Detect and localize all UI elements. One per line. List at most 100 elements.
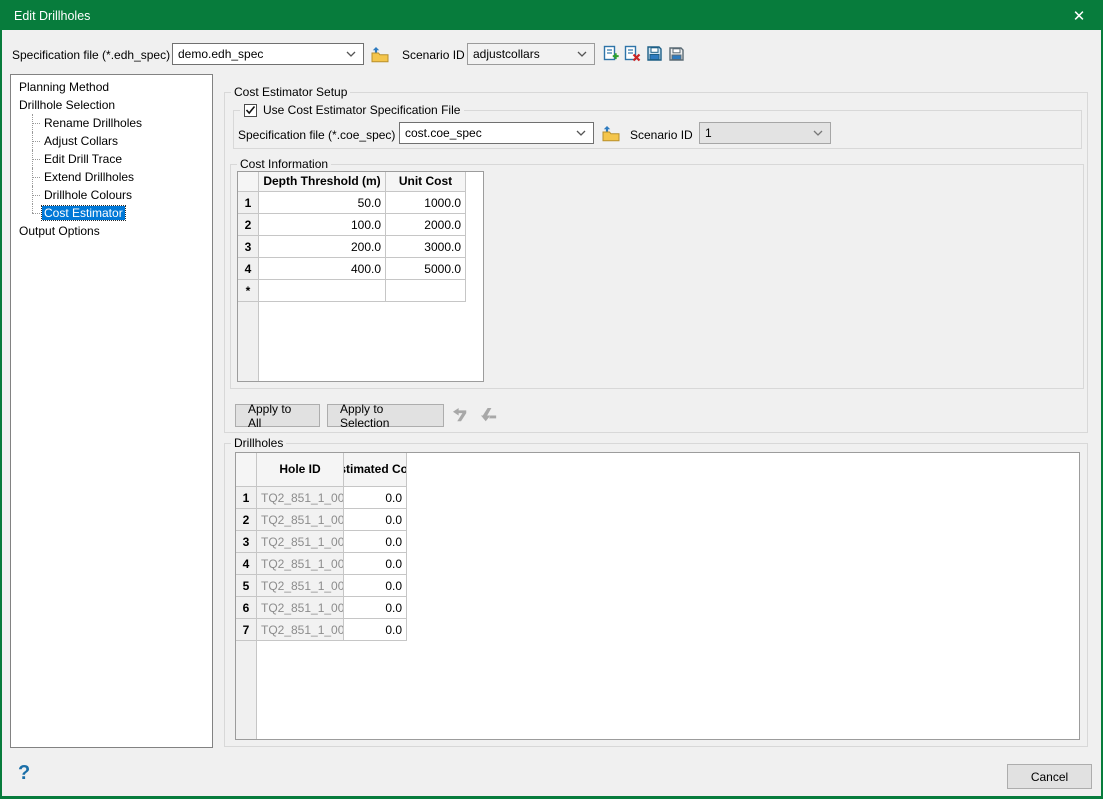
depth-threshold-cell[interactable]: 400.0 — [259, 258, 386, 280]
hole-id-cell[interactable]: TQ2_851_1_002 — [257, 509, 344, 531]
tree-item[interactable]: Extend Drillholes — [11, 168, 212, 186]
tree-item-label: Drillhole Colours — [42, 188, 134, 202]
coe-spec-file-label: Specification file (*.coe_spec) — [238, 128, 395, 142]
tree-item[interactable]: Planning Method — [11, 78, 212, 96]
depth-threshold-cell[interactable]: 50.0 — [259, 192, 386, 214]
close-icon[interactable]: ✕ — [1057, 2, 1101, 30]
depth-threshold-cell[interactable]: 200.0 — [259, 236, 386, 258]
add-scenario-icon[interactable] — [603, 45, 620, 62]
delete-scenario-icon[interactable] — [624, 45, 641, 62]
tree-connector — [32, 123, 40, 124]
tree-item[interactable]: Rename Drillholes — [11, 114, 212, 132]
estimated-cost-cell[interactable]: 0.0 — [344, 619, 407, 641]
use-cost-estimator-checkbox[interactable] — [244, 104, 257, 117]
title-bar: Edit Drillholes ✕ — [2, 2, 1101, 30]
depth-threshold-cell[interactable]: 100.0 — [259, 214, 386, 236]
row-header[interactable]: 3 — [236, 531, 257, 553]
table-row: 4 400.0 5000.0 — [238, 258, 483, 280]
tree-item[interactable]: Adjust Collars — [11, 132, 212, 150]
depth-threshold-cell[interactable] — [259, 280, 386, 302]
estimated-cost-cell[interactable]: 0.0 — [344, 487, 407, 509]
hole-id-cell[interactable]: TQ2_851_1_004 — [257, 553, 344, 575]
group-title: Drillholes — [231, 436, 286, 450]
spec-file-dropdown[interactable]: demo.edh_spec — [172, 43, 364, 65]
unit-cost-cell[interactable] — [386, 280, 466, 302]
scenario-id-dropdown[interactable]: adjustcollars — [467, 43, 595, 65]
save-as-icon[interactable] — [668, 45, 685, 62]
estimated-cost-header[interactable]: Estimated Cost — [344, 453, 407, 487]
group-title: Cost Information — [237, 157, 331, 171]
tree-connector — [32, 195, 40, 196]
tree-item[interactable]: Edit Drill Trace — [11, 150, 212, 168]
row-header[interactable]: 1 — [238, 192, 259, 214]
row-header[interactable]: 4 — [238, 258, 259, 280]
drillholes-table: Hole ID Estimated Cost 1 TQ2_851_1_001 0… — [235, 452, 1080, 740]
row-header[interactable]: * — [238, 280, 259, 302]
apply-down-arrow-icon[interactable] — [479, 406, 499, 424]
tree-connector — [32, 204, 33, 213]
chevron-down-icon — [806, 130, 830, 136]
table-header-row: Hole ID Estimated Cost — [236, 453, 1079, 487]
hole-id-cell[interactable]: TQ2_851_1_003 — [257, 531, 344, 553]
tree-item-label: Drillhole Selection — [17, 98, 117, 112]
estimated-cost-cell[interactable]: 0.0 — [344, 553, 407, 575]
hole-id-cell[interactable]: TQ2_851_1_005 — [257, 575, 344, 597]
unit-cost-cell[interactable]: 2000.0 — [386, 214, 466, 236]
unit-cost-cell[interactable]: 3000.0 — [386, 236, 466, 258]
tree-item[interactable]: Cost Estimator — [11, 204, 212, 222]
tree: Planning Method Drillhole Selection Rename… — [10, 74, 213, 748]
estimated-cost-cell[interactable]: 0.0 — [344, 575, 407, 597]
row-header[interactable]: 5 — [236, 575, 257, 597]
coe-scenario-id-dropdown[interactable]: 1 — [699, 122, 831, 144]
estimated-cost-cell[interactable]: 0.0 — [344, 509, 407, 531]
apply-to-selection-button[interactable]: Apply to Selection — [327, 404, 444, 427]
tree-item-label: Edit Drill Trace — [42, 152, 124, 166]
apply-to-all-button[interactable]: Apply to All — [235, 404, 320, 427]
help-icon[interactable]: ? — [18, 762, 30, 785]
hole-id-cell[interactable]: TQ2_851_1_006 — [257, 597, 344, 619]
hole-id-cell[interactable]: TQ2_851_1_001 — [257, 487, 344, 509]
row-header[interactable]: 6 — [236, 597, 257, 619]
depth-threshold-header[interactable]: Depth Threshold (m) — [259, 172, 386, 192]
unit-cost-cell[interactable]: 5000.0 — [386, 258, 466, 280]
table-row: * — [238, 280, 483, 302]
tree-connector — [32, 213, 40, 214]
scenario-id-label: Scenario ID — [402, 48, 465, 62]
hole-id-header[interactable]: Hole ID — [257, 453, 344, 487]
window-title: Edit Drillholes — [2, 9, 90, 23]
tree-item[interactable]: Output Options — [11, 222, 212, 240]
group-title: Cost Estimator Setup — [231, 85, 350, 99]
drillholes-table-body: 1 TQ2_851_1_001 0.0 2 TQ2_851_1_002 0.0 … — [236, 487, 1079, 641]
coe-browse-folder-icon[interactable] — [600, 123, 621, 143]
browse-folder-icon[interactable] — [369, 44, 390, 64]
unit-cost-header[interactable]: Unit Cost — [386, 172, 466, 192]
cancel-button[interactable]: Cancel — [1007, 764, 1092, 789]
tree-item[interactable]: Drillhole Colours — [11, 186, 212, 204]
scenario-id-value: adjustcollars — [473, 47, 540, 61]
save-icon[interactable] — [646, 45, 663, 62]
row-header[interactable]: 7 — [236, 619, 257, 641]
corner-cell — [236, 453, 257, 487]
corner-cell — [238, 172, 259, 192]
table-row: 1 50.0 1000.0 — [238, 192, 483, 214]
chevron-down-icon — [570, 51, 594, 57]
row-header[interactable]: 4 — [236, 553, 257, 575]
use-cost-estimator-label: Use Cost Estimator Specification File — [263, 103, 460, 117]
coe-scenario-id-label: Scenario ID — [630, 128, 693, 142]
tree-item-label: Output Options — [17, 224, 102, 238]
tree-item[interactable]: Drillhole Selection — [11, 96, 212, 114]
row-header[interactable]: 2 — [236, 509, 257, 531]
estimated-cost-cell[interactable]: 0.0 — [344, 531, 407, 553]
row-header[interactable]: 1 — [236, 487, 257, 509]
table-row: 6 TQ2_851_1_006 0.0 — [236, 597, 1079, 619]
row-header[interactable]: 3 — [238, 236, 259, 258]
row-header[interactable]: 2 — [238, 214, 259, 236]
estimated-cost-cell[interactable]: 0.0 — [344, 597, 407, 619]
table-row: 2 TQ2_851_1_002 0.0 — [236, 509, 1079, 531]
unit-cost-cell[interactable]: 1000.0 — [386, 192, 466, 214]
hole-id-cell[interactable]: TQ2_851_1_007 — [257, 619, 344, 641]
coe-spec-file-dropdown[interactable]: cost.coe_spec — [399, 122, 594, 144]
tree-item-label: Extend Drillholes — [42, 170, 136, 184]
apply-up-arrow-icon[interactable] — [451, 406, 471, 424]
spec-file-value: demo.edh_spec — [178, 47, 263, 61]
